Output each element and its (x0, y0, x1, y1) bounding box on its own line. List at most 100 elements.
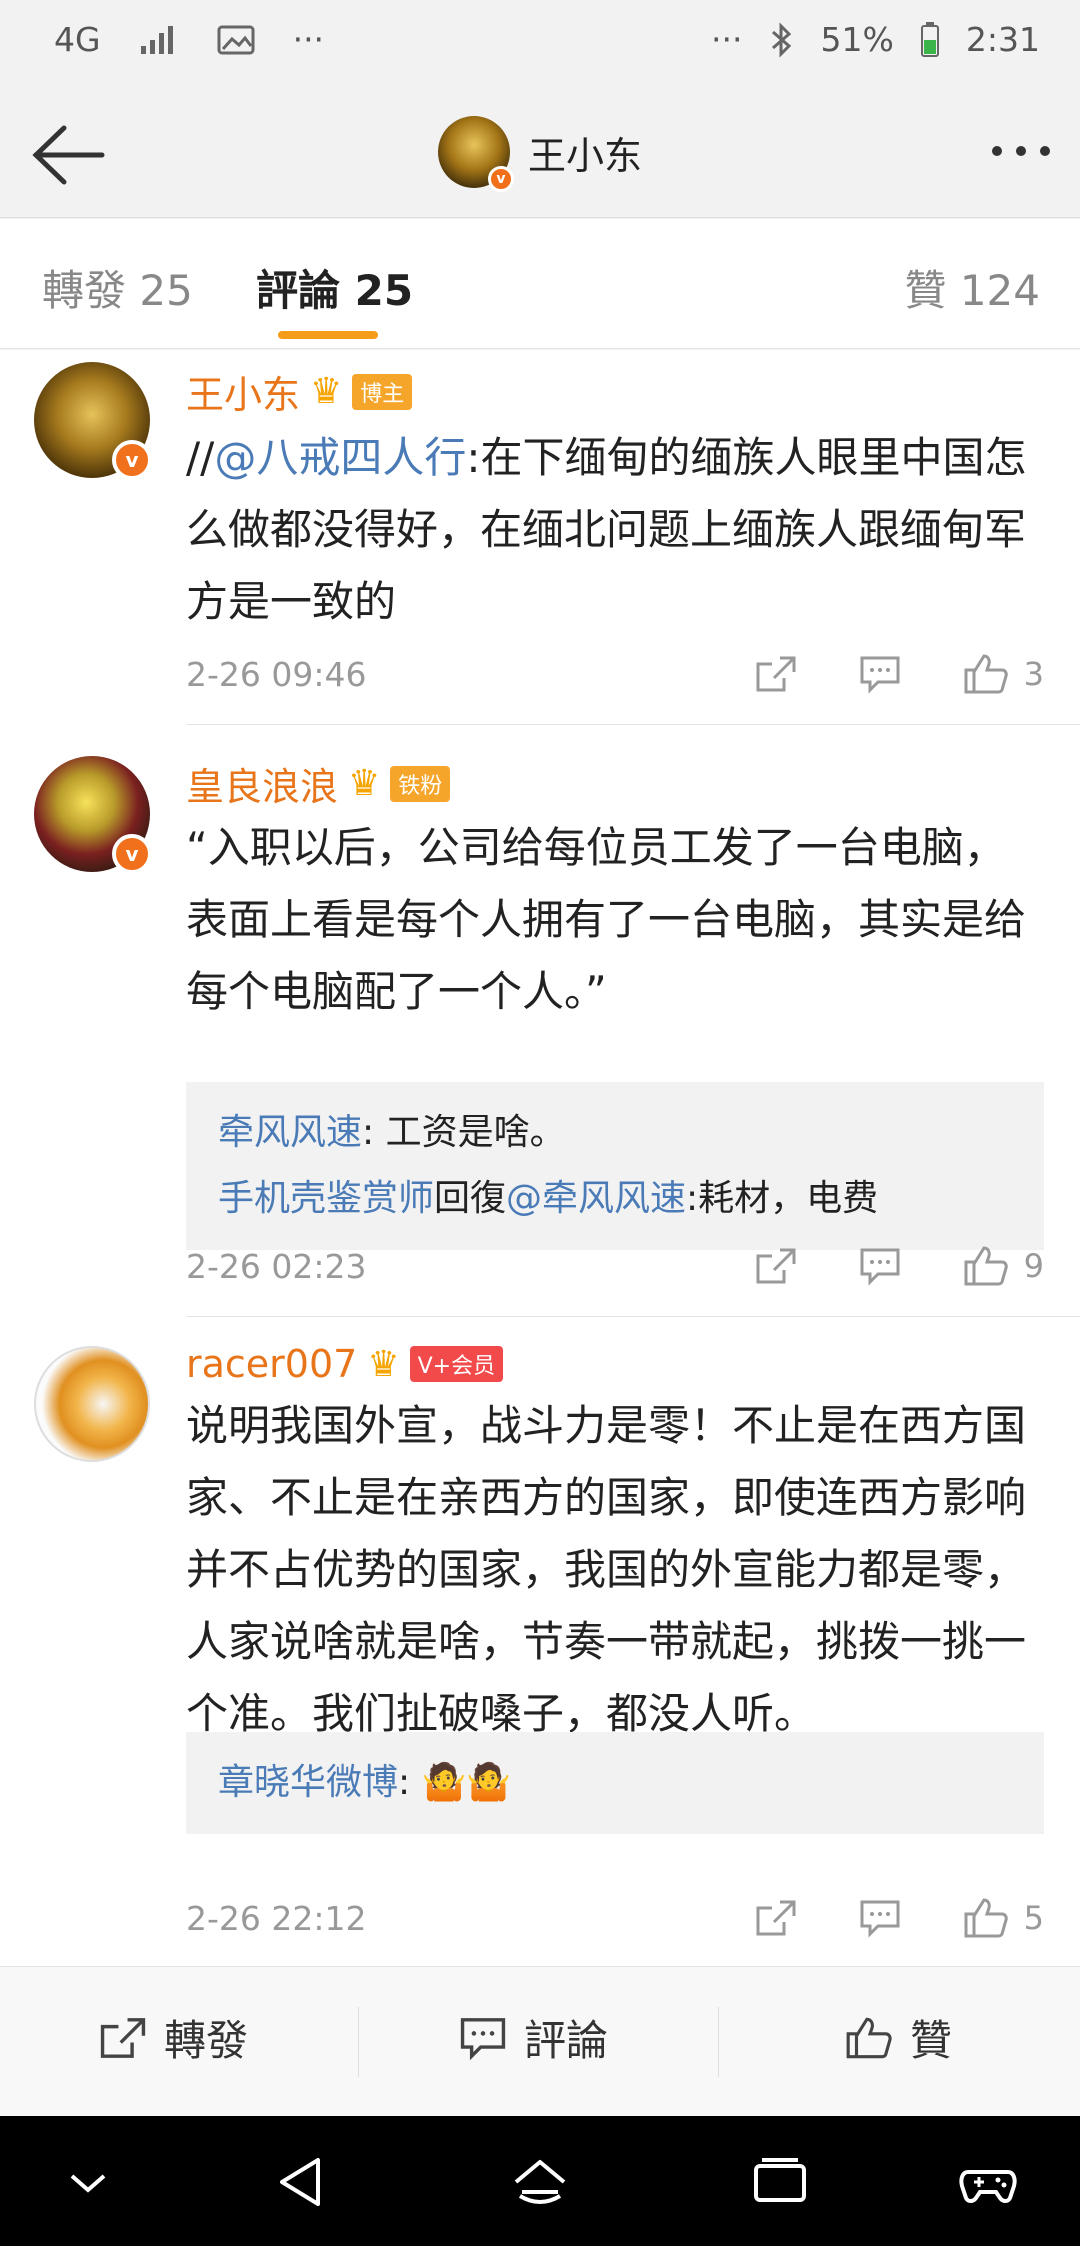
author-badge: 博主 (352, 373, 413, 410)
tab-likes[interactable]: 贊 124 (904, 257, 1040, 318)
like-count: 5 (1023, 1899, 1044, 1937)
crown-icon: ♛ (367, 1343, 400, 1385)
system-navigation-bar (0, 2116, 1080, 2246)
status-overflow: ··· (711, 20, 743, 59)
comment-button[interactable]: 評論 (458, 2007, 608, 2068)
comment-meta: 2-26 09:46 3 (186, 644, 1044, 704)
comment-meta: 2-26 02:23 9 (186, 1236, 1044, 1296)
divider (358, 2007, 359, 2077)
nav-title-group[interactable]: v 王小东 (438, 116, 643, 192)
reply-preview[interactable]: 牵风风速: 工资是啥。 手机壳鉴赏师回復@牵风风速:耗材，电费 (186, 1082, 1044, 1250)
crown-icon: ♛ (310, 371, 343, 412)
verified-icon: v (112, 440, 152, 480)
signal-icon (140, 25, 173, 54)
thumbs-up-icon (964, 1898, 1008, 1938)
comment-text: //@八戒四人行:在下缅甸的缅族人眼里中国怎么做都没得好，在缅北问题上缅族人跟缅… (186, 422, 1046, 638)
battery-percent: 51% (820, 20, 894, 59)
vip-badge: V+会员 (409, 1346, 504, 1382)
like-label: 贊 (910, 2016, 953, 2065)
like-count: 3 (1023, 655, 1044, 693)
share-icon[interactable] (754, 1246, 798, 1286)
share-icon[interactable] (754, 1898, 798, 1938)
comment-icon[interactable] (858, 1246, 902, 1286)
avatar[interactable]: v (34, 362, 152, 480)
verified-icon: v (112, 834, 152, 874)
active-tab-indicator (278, 331, 378, 339)
mention-link[interactable]: @八戒四人行 (214, 433, 466, 482)
thumbs-up-icon (964, 1246, 1008, 1286)
gamepad-icon[interactable] (958, 2152, 1018, 2212)
like-button[interactable]: 5 (962, 1896, 1044, 1940)
comment-icon[interactable] (858, 654, 902, 694)
clock: 2:31 (965, 20, 1040, 59)
crown-icon: ♛ (348, 763, 381, 804)
mention-link[interactable]: @牵风风速 (506, 1178, 686, 1219)
tab-bar: 轉發 25 評論 25 贊 124 (0, 219, 1080, 349)
like-count: 9 (1023, 1247, 1044, 1285)
reply-username[interactable]: 牵风风速 (218, 1112, 362, 1153)
tab-comments[interactable]: 評論 25 (256, 257, 413, 318)
share-icon (100, 2017, 146, 2058)
chevron-down-icon[interactable] (58, 2152, 118, 2212)
thumbs-up-icon (846, 2017, 892, 2058)
reply-preview[interactable]: 章晓华微博: 🤷🤷 (186, 1732, 1044, 1834)
back-arrow-icon[interactable] (28, 120, 108, 190)
reply-username[interactable]: 章晓华微博 (218, 1762, 398, 1803)
status-bar: 4G ··· ··· 51% 2:31 (0, 0, 1080, 90)
comment-username[interactable]: racer007 (186, 1342, 357, 1386)
like-button[interactable]: 贊 (844, 2007, 952, 2068)
comment-label: 評論 (524, 2016, 609, 2065)
comment-item: v 王小东 ♛ 博主 //@八戒四人行:在下缅甸的缅族人眼里中国怎么做都没得好，… (0, 350, 1080, 725)
reply-word: 回復 (434, 1178, 507, 1219)
reply-text: 🤷🤷 (421, 1762, 512, 1803)
comment-time: 2-26 09:46 (186, 654, 367, 694)
reply-text: :耗材，电费 (686, 1178, 879, 1219)
repost-prefix: // (186, 433, 215, 482)
reply-text: 工资是啥。 (385, 1112, 566, 1153)
bluetooth-icon (771, 21, 791, 58)
comment-meta: 2-26 22:12 5 (186, 1888, 1044, 1948)
reply-separator: : (398, 1762, 422, 1803)
verified-icon: v (488, 166, 514, 192)
reply-separator: : (362, 1112, 386, 1153)
fan-badge: 铁粉 (390, 765, 451, 802)
back-triangle-icon[interactable] (272, 2152, 332, 2212)
divider (186, 724, 1080, 725)
comment-icon (460, 2017, 506, 2060)
comment-time: 2-26 22:12 (186, 1898, 367, 1938)
comment-list: v 王小东 ♛ 博主 //@八戒四人行:在下缅甸的缅族人眼里中国怎么做都没得好，… (0, 350, 1080, 1966)
home-icon[interactable] (510, 2152, 570, 2212)
like-button[interactable]: 3 (962, 652, 1044, 696)
avatar[interactable]: v (438, 116, 514, 192)
notification-overflow: ··· (292, 20, 325, 59)
tab-reposts[interactable]: 轉發 25 (42, 257, 193, 318)
repost-button[interactable]: 轉發 (98, 2007, 248, 2068)
reply-username[interactable]: 手机壳鉴赏师 (218, 1178, 434, 1219)
battery-icon (920, 21, 939, 57)
recents-icon[interactable] (750, 2152, 810, 2212)
comment-username[interactable]: 王小东 (186, 364, 300, 419)
share-icon[interactable] (754, 654, 798, 694)
divider (718, 2007, 719, 2077)
network-indicator: 4G (54, 20, 101, 59)
comment-text: “入职以后，公司给每位员工发了一台电脑，表面上看是每个人拥有了一台电脑，其实是给… (186, 823, 1027, 1016)
comment-time: 2-26 02:23 (186, 1246, 367, 1286)
avatar[interactable]: v (34, 756, 152, 874)
comment-item: racer007 ♛ V+会员 说明我国外宣，战斗力是零！不止是在西方国家、不止… (0, 1318, 1080, 1966)
bottom-action-bar: 轉發 評論 贊 (0, 1966, 1080, 2116)
repost-label: 轉發 (164, 2016, 249, 2065)
thumbs-up-icon (964, 654, 1008, 694)
avatar[interactable] (34, 1346, 150, 1462)
reply-item: 手机壳鉴赏师回復@牵风风速:耗材，电费 (218, 1166, 1012, 1232)
more-icon[interactable] (992, 146, 1050, 156)
comment-item: v 皇良浪浪 ♛ 铁粉 “入职以后，公司给每位员工发了一台电脑，表面上看是每个人… (0, 726, 1080, 1317)
comment-icon[interactable] (858, 1898, 902, 1938)
reply-item: 章晓华微博: 🤷🤷 (218, 1750, 1012, 1816)
like-button[interactable]: 9 (962, 1244, 1044, 1288)
gallery-icon (217, 25, 255, 54)
divider (186, 1316, 1080, 1317)
comment-username[interactable]: 皇良浪浪 (186, 756, 338, 811)
reply-item: 牵风风速: 工资是啥。 (218, 1100, 1012, 1166)
page-title: 王小东 (528, 133, 643, 178)
nav-bar: v 王小东 (0, 90, 1080, 218)
